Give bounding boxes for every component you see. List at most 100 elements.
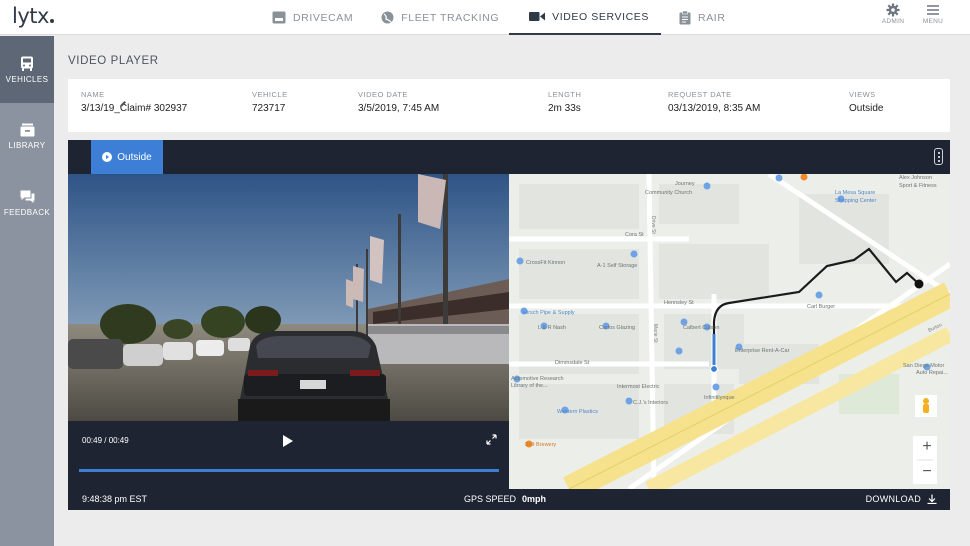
gps-map[interactable]: Journey Community Church Alex Johnson Sp… (509, 174, 950, 489)
video-player: Outside 00:49 / 00:49 Journey Community … (68, 140, 950, 510)
video-frame[interactable] (68, 174, 509, 421)
gear-icon (886, 3, 900, 17)
info-request-date-label: REQUEST DATE (668, 90, 732, 99)
info-name: NAME 3/13/19_Claim# 302937 (81, 90, 187, 114)
zoom-in-button[interactable]: + (919, 436, 935, 458)
info-length-label: LENGTH (548, 90, 582, 99)
admin-label: ADMIN (881, 18, 905, 25)
top-right-actions: ADMIN MENU (880, 3, 946, 25)
nav-video-services-label: VIDEO SERVICES (552, 10, 650, 23)
dashcam-scene (68, 174, 509, 421)
info-video-date-label: VIDEO DATE (358, 90, 408, 99)
info-views: VIEWS Outside (849, 90, 883, 114)
progress-bar[interactable] (79, 469, 499, 472)
gps-speed-label: GPS SPEED (464, 494, 517, 504)
info-vehicle-value: 723717 (252, 103, 286, 114)
fullscreen-icon[interactable] (486, 434, 497, 445)
map-label-western: Western Plastics (557, 409, 598, 415)
sidebar-item-feedback[interactable]: FEEDBACK (0, 170, 54, 237)
video-camera-icon (529, 11, 546, 22)
hamburger-icon (927, 5, 939, 15)
library-icon (20, 123, 34, 137)
tab-outside[interactable]: Outside (91, 140, 163, 174)
playback-time: 00:49 / 00:49 (82, 436, 129, 445)
map-label-alex: Alex Johnson (899, 175, 932, 181)
map-label-a1: A-1 Self Storage (597, 263, 637, 269)
player-status-bar: 9:48:38 pm EST GPS SPEED 0mph DOWNLOAD (68, 489, 950, 510)
sidebar-item-vehicles[interactable]: VEHICLES (0, 36, 54, 103)
map-label-library: Library of the... (511, 383, 548, 389)
map-label-belt: Belt Brewery (525, 442, 556, 448)
nav-rair-label: RAIR (698, 11, 726, 24)
map-label-carl: Carl Burger (807, 304, 835, 310)
tab-outside-label: Outside (117, 151, 152, 163)
download-icon (927, 494, 937, 504)
nav-fleet-tracking[interactable]: FLEET TRACKING (363, 0, 509, 35)
map-label-cora: Cora St (625, 232, 644, 238)
sidebar-item-feedback-label: FEEDBACK (3, 208, 51, 217)
video-info-card: NAME 3/13/19_Claim# 302937 VEHICLE 72371… (68, 79, 950, 132)
chat-icon (20, 190, 34, 203)
map-label-carlos: Carlos Glazing (599, 325, 635, 331)
info-name-label: NAME (81, 90, 105, 99)
map-canvas: Journey Community Church Alex Johnson Sp… (509, 174, 950, 489)
download-label: DOWNLOAD (865, 494, 921, 504)
info-views-label: VIEWS (849, 90, 876, 99)
map-label-community: Community Church (645, 190, 692, 196)
main-nav: DRIVECAM FLEET TRACKING VIDEO SERVICES R… (262, 0, 736, 35)
info-length: LENGTH 2m 33s (548, 90, 581, 114)
map-label-sdmotor: San Diego Motor (903, 363, 944, 369)
nav-fleet-tracking-label: FLEET TRACKING (401, 11, 500, 24)
more-options-button[interactable] (934, 148, 943, 165)
drivecam-icon (272, 11, 286, 24)
info-length-value: 2m 33s (548, 103, 581, 114)
nav-drivecam-label: DRIVECAM (293, 11, 354, 24)
bus-icon (21, 56, 33, 71)
menu-button[interactable]: MENU (920, 3, 946, 25)
map-label-lamesa: La Mesa Square (835, 190, 875, 196)
info-views-value: Outside (849, 103, 884, 114)
info-vehicle-label: VEHICLE (252, 90, 288, 99)
download-button[interactable]: DOWNLOAD (866, 494, 937, 504)
map-label-autorep: Auto Repai... (916, 370, 948, 376)
info-vehicle: VEHICLE 723717 (252, 90, 288, 114)
map-label-sport: Sport & Fitness (899, 183, 937, 189)
admin-button[interactable]: ADMIN (880, 3, 906, 25)
sidebar-item-library[interactable]: LIBRARY (0, 103, 54, 170)
nav-rair[interactable]: RAIR (661, 0, 736, 35)
sidebar-item-library-label: LIBRARY (8, 141, 46, 150)
top-bar: lytx DRIVECAM FLEET TRACKING VIDEO SERVI… (0, 0, 970, 35)
clipboard-icon (679, 10, 691, 25)
map-label-crossfit: CrossFit Kinnon (526, 260, 565, 266)
nav-drivecam[interactable]: DRIVECAM (262, 0, 363, 35)
map-label-intermost: Intermost Electric (617, 384, 660, 390)
zoom-out-button[interactable]: − (919, 461, 935, 483)
menu-label: MENU (922, 18, 944, 25)
map-label-infinite: Infinitilynque (704, 395, 735, 401)
lytx-logo[interactable]: lytx (12, 4, 54, 28)
info-request-date-value: 03/13/2019, 8:35 AM (668, 103, 761, 114)
info-video-date-value: 3/5/2019, 7:45 AM (358, 103, 440, 114)
map-label-calbert: Calbert Colson (683, 325, 719, 331)
map-label-shopping: Shopping Center (835, 198, 876, 204)
info-request-date: REQUEST DATE 03/13/2019, 8:35 AM (668, 90, 760, 114)
map-label-marie: Marie St (652, 324, 658, 343)
map-label-drive: Drive St (650, 216, 656, 234)
map-label-cjs: C.J.'s Interiors (633, 400, 668, 406)
globe-icon (381, 11, 394, 24)
sidebar: VEHICLES LIBRARY FEEDBACK (0, 36, 54, 546)
map-label-dorsey: Dimmsdale St (555, 360, 590, 366)
gps-speed: GPS SPEED 0mph (464, 494, 546, 504)
sidebar-item-vehicles-label: VEHICLES (5, 74, 49, 84)
page-title: VIDEO PLAYER (68, 55, 159, 67)
nav-video-services[interactable]: VIDEO SERVICES (509, 0, 662, 35)
map-label-hennsley: Hennsley St (664, 300, 694, 306)
map-label-enterprise: Enterprise Rent-A-Car (735, 348, 790, 354)
map-label-hirsch: Hirsch Pipe & Supply (523, 310, 575, 316)
play-icon[interactable] (282, 434, 294, 448)
info-video-date: VIDEO DATE 3/5/2019, 7:45 AM (358, 90, 439, 114)
info-name-value: 3/13/19_Claim# 302937 (81, 103, 188, 114)
pencil-icon[interactable] (119, 100, 127, 108)
map-label-journey: Journey (675, 181, 695, 187)
video-controls: 00:49 / 00:49 (68, 421, 509, 489)
